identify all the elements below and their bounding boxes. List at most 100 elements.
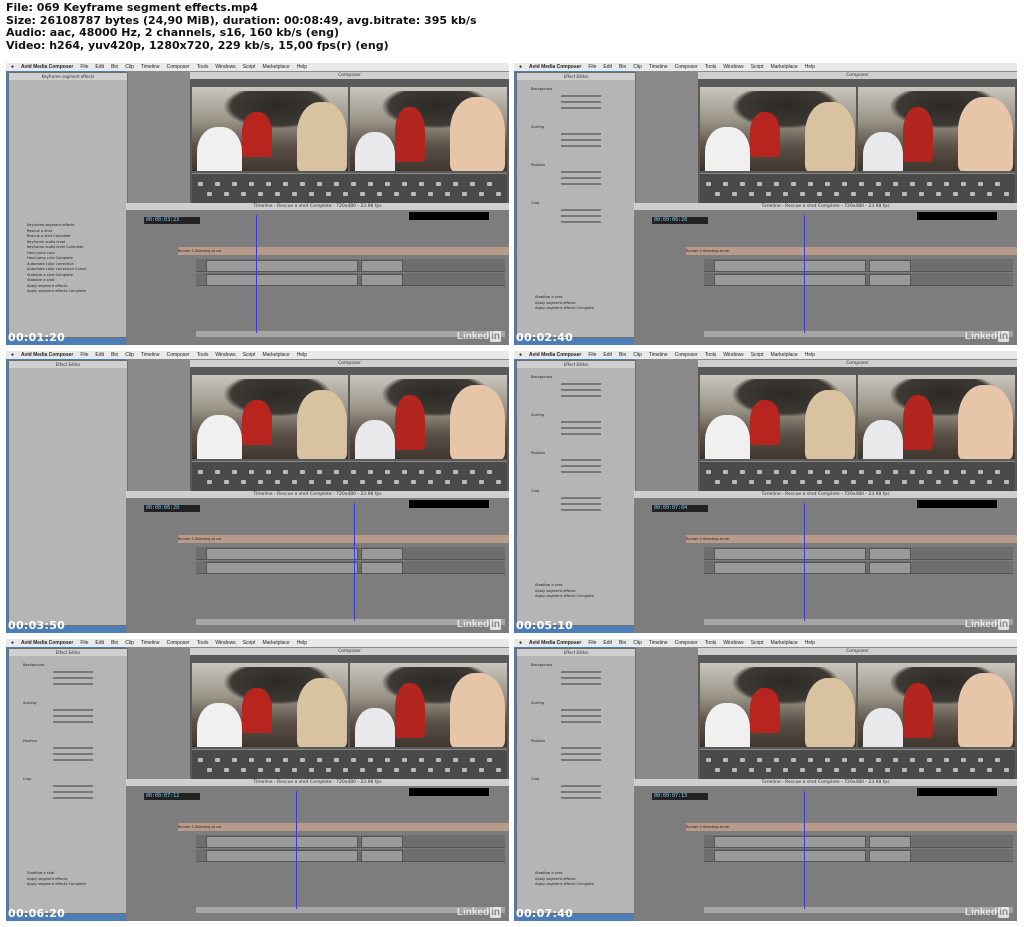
transport-button[interactable] [240,192,246,196]
transport-button[interactable] [757,470,762,474]
parameter-slider[interactable] [561,671,601,673]
transport-button[interactable] [266,182,271,186]
transport-button[interactable] [774,182,779,186]
transport-button[interactable] [910,470,915,474]
menu-item[interactable]: Timeline [141,640,160,646]
transport-button[interactable] [799,192,805,196]
playhead[interactable] [256,215,257,333]
parameter-slider[interactable] [561,221,601,223]
transport-button[interactable] [867,480,873,484]
video-track[interactable] [196,259,505,272]
parameter-slider[interactable] [561,95,601,97]
audio-track[interactable] [704,849,1013,862]
menu-item[interactable]: Marketplace [770,352,797,358]
transport-button[interactable] [385,182,390,186]
transport-button[interactable] [995,182,1000,186]
menu-item[interactable]: Tools [197,64,209,70]
menu-item[interactable]: Bin [619,352,626,358]
clip-segment[interactable] [869,836,911,848]
transport-button[interactable] [419,470,424,474]
audio-track[interactable] [196,849,505,862]
transport-button[interactable] [927,470,932,474]
transport-button[interactable] [334,758,339,762]
apple-icon[interactable]: ● [11,64,14,70]
transport-button[interactable] [342,192,348,196]
transport-button[interactable] [706,182,711,186]
menu-item[interactable]: Clip [125,640,134,646]
menu-item[interactable]: Help [297,352,307,358]
transport-button[interactable] [232,182,237,186]
transport-button[interactable] [223,192,229,196]
transport-button[interactable] [876,758,881,762]
transport-button[interactable] [791,470,796,474]
menu-item[interactable]: Composer [167,64,190,70]
transport-button[interactable] [986,768,992,772]
menu-item[interactable]: Composer [167,640,190,646]
parameter-slider[interactable] [53,759,93,761]
record-monitor[interactable] [858,663,1015,747]
transport-button[interactable] [470,758,475,762]
playhead[interactable] [804,791,805,909]
transport-button[interactable] [935,768,941,772]
menu-item[interactable]: Tools [705,352,717,358]
menu-item[interactable]: Edit [95,64,104,70]
parameter-slider[interactable] [561,709,601,711]
transport-button[interactable] [308,480,314,484]
record-monitor[interactable] [350,663,507,747]
source-monitor[interactable] [700,375,856,459]
bin-item[interactable]: Apply segment effects Complete [13,882,123,888]
menu-item[interactable]: Script [751,640,764,646]
transport-button[interactable] [850,480,856,484]
transport-button[interactable] [850,768,856,772]
transport-button[interactable] [283,182,288,186]
apple-icon[interactable]: ● [519,64,522,70]
transport-button[interactable] [901,480,907,484]
transport-button[interactable] [427,768,433,772]
transport-button[interactable] [893,182,898,186]
parameter-slider[interactable] [561,785,601,787]
parameter-slider[interactable] [561,183,601,185]
transport-button[interactable] [765,192,771,196]
video-track[interactable] [704,835,1013,848]
bin-item[interactable]: Apply segment effects Complete [521,594,631,600]
menu-item[interactable]: Bin [111,64,118,70]
transport-button[interactable] [731,768,737,772]
parameter-slider[interactable] [561,389,601,391]
source-monitor[interactable] [192,375,348,459]
transport-button[interactable] [308,768,314,772]
record-monitor[interactable] [350,375,507,459]
transport-button[interactable] [198,182,203,186]
transport-button[interactable] [334,470,339,474]
transport-button[interactable] [291,192,297,196]
clip-segment[interactable] [869,274,911,286]
menu-item[interactable]: Composer [675,352,698,358]
app-name[interactable]: Avid Media Composer [529,352,581,358]
transport-button[interactable] [470,470,475,474]
source-monitor[interactable] [700,87,856,171]
transport-button[interactable] [918,192,924,196]
parameter-slider[interactable] [561,791,601,793]
clip-segment[interactable] [361,260,403,272]
transport-button[interactable] [325,192,331,196]
transport-button[interactable] [402,470,407,474]
transport-button[interactable] [782,768,788,772]
transport-button[interactable] [376,768,382,772]
clip-segment[interactable] [206,562,358,574]
apple-icon[interactable]: ● [11,640,14,646]
transport-button[interactable] [334,182,339,186]
transport-button[interactable] [274,768,280,772]
transport-button[interactable] [359,768,365,772]
video-track[interactable] [704,259,1013,272]
parameter-slider[interactable] [561,747,601,749]
playhead[interactable] [354,503,355,621]
transport-button[interactable] [283,758,288,762]
playhead[interactable] [296,791,297,909]
transport-button[interactable] [969,480,975,484]
transport-button[interactable] [782,192,788,196]
transport-button[interactable] [206,192,212,196]
clip-segment[interactable] [714,850,866,862]
clip-segment[interactable] [869,850,911,862]
menu-item[interactable]: File [588,64,596,70]
video-track[interactable] [196,547,505,560]
menu-item[interactable]: Windows [723,352,743,358]
